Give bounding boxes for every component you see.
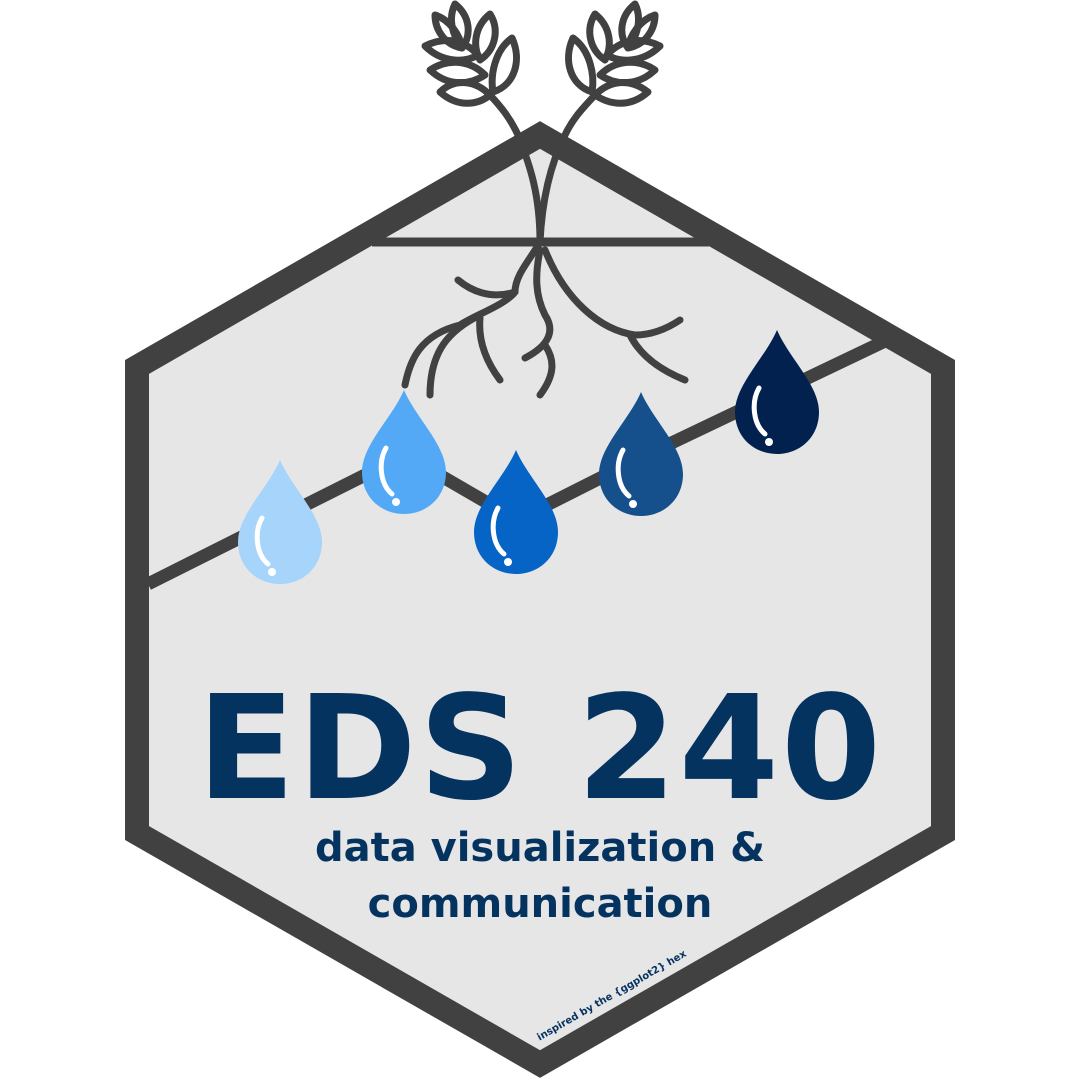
subtitle-line-1: data visualization & — [314, 825, 766, 871]
credit-text: inspired by the {ggplot2} hex — [535, 948, 689, 1044]
subtitle-line-2: communication — [367, 881, 713, 927]
hex-sticker: EDS 240 data visualization & communicati… — [125, 0, 955, 1078]
course-code: EDS 240 — [196, 664, 884, 832]
